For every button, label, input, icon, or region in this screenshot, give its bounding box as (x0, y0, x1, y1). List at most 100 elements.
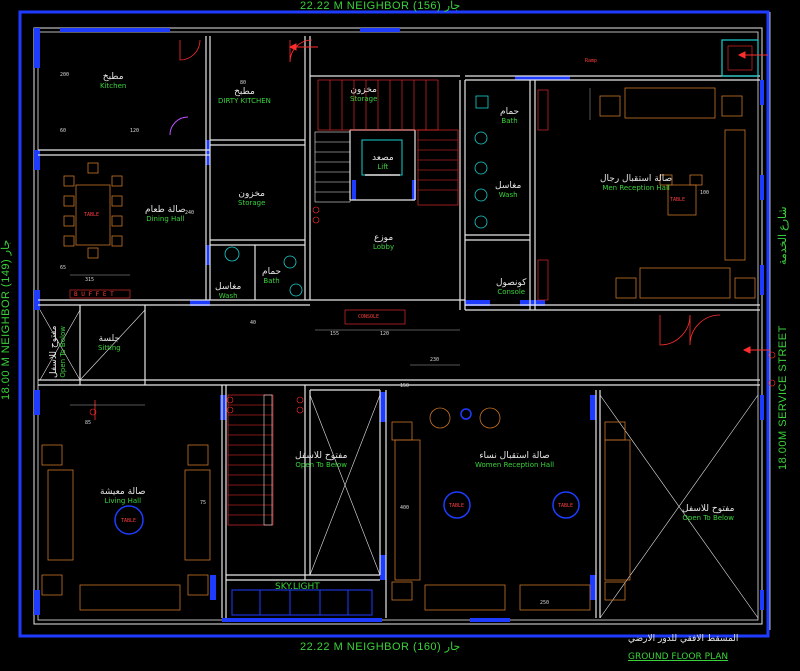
wash-left-ar: مغاسل (215, 282, 242, 292)
stair-top (317, 79, 459, 206)
dirty-kitchen-label: مطبخ DIRTY KITCHEN (218, 88, 271, 106)
skylight-label: SKY.LIGHT (275, 582, 320, 592)
living-table-label: TABLE (121, 518, 137, 524)
dim-label: 315 (85, 277, 95, 283)
dim-label: 150 (400, 383, 410, 389)
men-sofas (599, 87, 756, 299)
dining-table-label: TABLE (84, 212, 100, 218)
building-inner (37, 31, 759, 621)
women-table-left-label: TABLE (449, 503, 465, 509)
left-neighbor-label: 18.00 M NEIGHBOR (149) جار (0, 239, 12, 400)
wash-left-en: Wash (218, 292, 238, 300)
console-label: كونصول Console (496, 279, 526, 297)
dim-label: 40 (250, 320, 257, 326)
dim-label: 240 (185, 210, 195, 216)
wash-right-label: مغاسل Wash (495, 182, 521, 200)
men-reception-en: Men Reception Hall (602, 184, 670, 192)
open-below-right-ar: مفتوح للاسفل (682, 504, 735, 514)
dirty-kitchen-ar: مطبخ (234, 87, 255, 97)
dim-label: 80 (240, 80, 247, 86)
lift-label: مصعد Lift (372, 154, 394, 172)
dining-set (63, 162, 123, 259)
women-reception-ar: صالة استقبال نساء (479, 451, 550, 461)
open-below-left-en: Open To Below (59, 326, 67, 378)
open-below-right-en: Open To Below (682, 514, 734, 522)
stair-rail (263, 394, 273, 526)
lobby-ar: موزع (373, 233, 394, 243)
open-below-mid-ar: مفتوح للاسفل (295, 451, 348, 461)
dim-label: 65 (60, 265, 67, 271)
lift-en: Lift (377, 163, 389, 171)
men-reception-label: صالة استقبال رجال Men Reception Hall (600, 175, 672, 193)
window-strips (34, 28, 764, 622)
women-reception-label: صالة استقبال نساء Women Reception Hall (475, 452, 554, 470)
ramp-label: Ramp (585, 58, 598, 64)
storage-top-ar: مخزون (350, 85, 377, 95)
open-below-left-ar: مفتوح للاسفل (49, 325, 59, 378)
living-sofas (41, 444, 211, 611)
living-label: صالة معيشة Living Hall (100, 488, 146, 506)
building-outline (33, 27, 763, 625)
interior-walls (38, 36, 760, 618)
women-reception-en: Women Reception Hall (475, 461, 555, 469)
door-swings (94, 39, 721, 420)
bath-left-label: حمام Bath (262, 268, 281, 286)
console-en: Console (497, 288, 526, 296)
service-street-label: 18.00M SERVICE STREET (777, 325, 789, 470)
sitting-label: جلسة Sitting (98, 335, 121, 353)
bath-right-label: حمام Bath (500, 108, 519, 126)
void-crosses (39, 309, 759, 619)
stair-bottom (227, 394, 274, 526)
skylight-grid (231, 589, 373, 616)
top-neighbor-label: 22.22 M NEIGHBOR (156) جار (300, 0, 461, 12)
storage-mid-label: مخزون Storage (238, 190, 265, 208)
dining-en: Dining Hall (146, 215, 185, 223)
dirty-kitchen-en: DIRTY KITCHEN (218, 97, 271, 105)
men-table-label: TABLE (670, 197, 686, 203)
bath-right-ar: حمام (500, 107, 520, 117)
service-street-arabic: شارع الخدمة (777, 206, 789, 265)
open-below-mid-en: Open To Below (295, 461, 347, 469)
kitchen-ar: مطبخ (102, 72, 124, 82)
lobby-en: Lobby (373, 243, 395, 251)
dim-label: 75 (200, 500, 207, 506)
wash-left-label: مغاسل Wash (215, 283, 241, 301)
bath-left-ar: حمام (262, 267, 282, 277)
men-reception-ar: صالة استقبال رجال (600, 174, 673, 184)
dining-ar: صالة طعام (145, 205, 186, 215)
bath-right-en: Bath (501, 117, 518, 125)
dimension-lines (70, 88, 591, 406)
plan-title-arabic: المسقط الافقي للدور الارضي (628, 634, 739, 644)
dim-label: 155 (330, 331, 340, 337)
wash-right-en: Wash (498, 191, 518, 199)
bath-left-en: Bath (263, 277, 280, 285)
red-fixtures (69, 89, 776, 416)
storage-top-en: Storage (350, 95, 378, 103)
kitchen-door (169, 116, 189, 136)
dim-label: 120 (380, 331, 390, 337)
lobby-label: موزع Lobby (373, 234, 394, 252)
dim-label: 250 (540, 600, 550, 606)
wash-right-ar: مغاسل (495, 181, 522, 191)
dim-label: 100 (700, 190, 710, 196)
living-en: Living Hall (104, 497, 142, 505)
open-below-right-label: مفتوح للاسفل Open To Below (682, 505, 734, 523)
dim-label: 200 (60, 72, 70, 78)
storage-mid-ar: مخزون (238, 189, 265, 199)
console-ar: كونصول (496, 278, 527, 288)
ramp-inner (727, 45, 753, 71)
kitchen-label: مطبخ Kitchen (100, 73, 126, 91)
dim-label: 400 (400, 505, 410, 511)
dim-label: 230 (430, 357, 440, 363)
storage-top-label: مخزون Storage (350, 86, 377, 104)
kitchen-en: Kitchen (100, 82, 127, 90)
lift-ar: مصعد (372, 153, 394, 163)
dining-label: صالة طعام Dining Hall (145, 206, 186, 224)
women-table-right-label: TABLE (558, 503, 574, 509)
buffet-label: B U F F E T (74, 291, 114, 298)
dim-label: 60 (60, 128, 67, 134)
open-below-mid-label: مفتوح للاسفل Open To Below (295, 452, 347, 470)
open-below-left-label: مفتوح للاسفل Open To Below (49, 325, 68, 378)
bottom-neighbor-label: 22.22 M NEIGHBOR (160) جار (300, 641, 461, 653)
sitting-en: Sitting (98, 344, 121, 352)
